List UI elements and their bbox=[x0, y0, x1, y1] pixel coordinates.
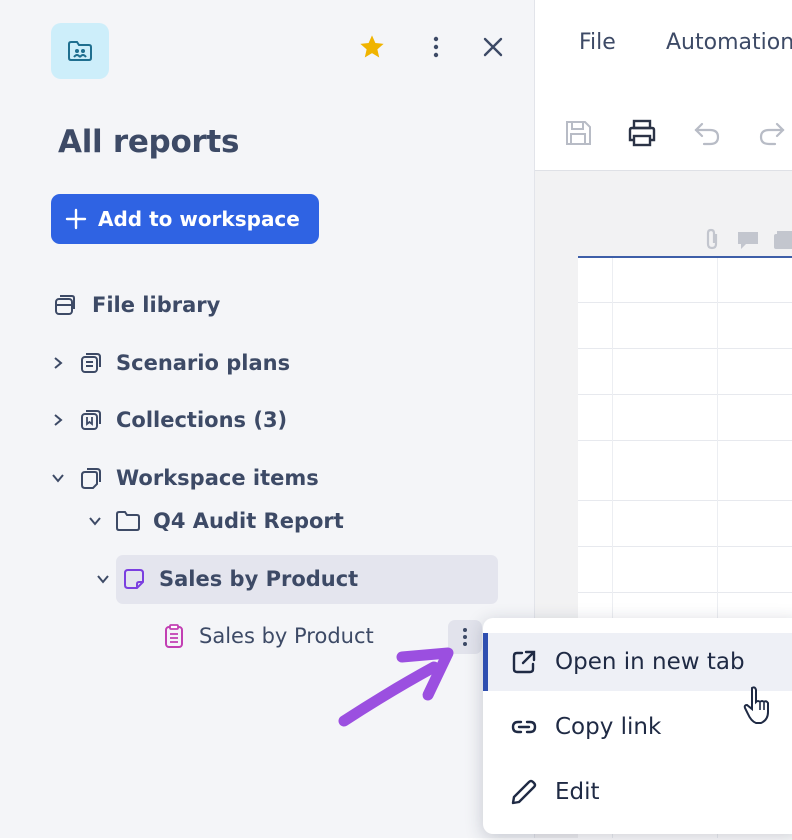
menu-item-label: Open in new tab bbox=[555, 649, 745, 675]
context-menu: Open in new tab Copy link Edit bbox=[483, 618, 792, 834]
redo-icon[interactable] bbox=[755, 116, 789, 150]
add-to-workspace-label: Add to workspace bbox=[98, 207, 300, 231]
tree-item-label: Collections (3) bbox=[116, 408, 288, 432]
link-icon bbox=[509, 712, 539, 742]
tree-item-label: Scenario plans bbox=[116, 351, 291, 375]
app-icon bbox=[51, 23, 109, 79]
menu-item-label: Edit bbox=[555, 779, 600, 805]
folder-icon bbox=[115, 508, 141, 534]
menu-item-edit[interactable]: Edit bbox=[483, 763, 792, 821]
toolbar bbox=[535, 90, 792, 171]
tree-item-workspace-items[interactable]: Workspace items bbox=[50, 461, 319, 495]
tree-item-scenario-plans[interactable]: Scenario plans bbox=[50, 346, 290, 380]
comment-icon[interactable] bbox=[736, 229, 760, 251]
file-library-icon bbox=[52, 292, 78, 318]
chevron-right-icon[interactable] bbox=[50, 355, 66, 371]
tree-item-q4-audit-report[interactable]: Q4 Audit Report bbox=[87, 504, 344, 538]
grid-row-line bbox=[578, 592, 792, 593]
menu-automation[interactable]: Automation bbox=[666, 30, 792, 55]
sidebar: All reports Add to workspace File librar… bbox=[0, 0, 535, 838]
scenario-plans-icon bbox=[78, 350, 104, 376]
external-link-icon bbox=[509, 647, 539, 677]
chevron-down-icon[interactable] bbox=[87, 513, 103, 529]
menu-file[interactable]: File bbox=[579, 30, 616, 55]
tree-item-file-library[interactable]: File library bbox=[52, 288, 220, 322]
attachment-icon[interactable] bbox=[701, 227, 723, 251]
grid-row-line bbox=[578, 500, 792, 501]
tree-item-label: File library bbox=[92, 293, 221, 317]
sheet-icon bbox=[161, 623, 187, 649]
chevron-down-icon[interactable] bbox=[50, 470, 66, 486]
grid-row-line bbox=[578, 546, 792, 547]
add-to-workspace-button[interactable]: Add to workspace bbox=[51, 194, 319, 244]
plus-icon bbox=[65, 208, 87, 230]
proof-icon[interactable] bbox=[772, 229, 792, 251]
tree-item-collections[interactable]: Collections (3) bbox=[50, 403, 287, 437]
grid-row-line bbox=[578, 348, 792, 349]
more-options-icon bbox=[463, 628, 467, 646]
folder-contacts-icon bbox=[68, 41, 92, 61]
tree-item-label: Workspace items bbox=[116, 466, 319, 490]
pencil-icon bbox=[509, 777, 539, 807]
menu-item-label: Copy link bbox=[555, 714, 662, 740]
page-title: All reports bbox=[58, 124, 240, 160]
tree-item-sales-by-product-report[interactable]: Sales by Product bbox=[95, 562, 358, 596]
save-icon[interactable] bbox=[561, 116, 595, 150]
workspace-items-icon bbox=[78, 465, 104, 491]
close-icon[interactable] bbox=[478, 32, 508, 62]
hand-cursor-icon bbox=[743, 686, 769, 724]
report-icon bbox=[121, 566, 147, 592]
undo-icon[interactable] bbox=[690, 116, 724, 150]
collections-icon bbox=[78, 407, 104, 433]
annotation-arrow-icon bbox=[338, 647, 454, 727]
menu-item-open-in-new-tab[interactable]: Open in new tab bbox=[483, 633, 792, 691]
grid-row-line bbox=[578, 440, 792, 441]
grid-row-line bbox=[578, 302, 792, 303]
chevron-right-icon[interactable] bbox=[50, 412, 66, 428]
grid-row-line bbox=[578, 394, 792, 395]
star-icon[interactable] bbox=[357, 32, 387, 62]
more-options-icon[interactable] bbox=[421, 32, 451, 62]
chevron-down-icon[interactable] bbox=[95, 571, 111, 587]
menu-bar: File Automation bbox=[535, 0, 792, 90]
tree-item-label: Q4 Audit Report bbox=[153, 509, 344, 533]
tree-item-label: Sales by Product bbox=[159, 567, 359, 591]
print-icon[interactable] bbox=[625, 116, 659, 150]
